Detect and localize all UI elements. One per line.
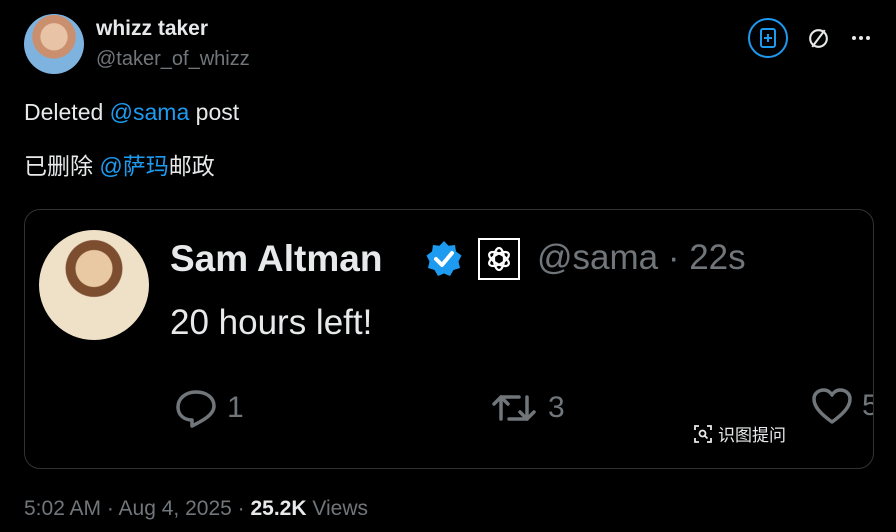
retweet-button[interactable]: 3 [489, 387, 565, 429]
ocr-label: 识图提问 [718, 426, 786, 445]
post-text-line-translated: 已删除 @萨玛邮政 [24, 147, 215, 181]
openai-logo-icon [478, 238, 520, 280]
reply-count: 1 [227, 391, 244, 424]
post-timestamp[interactable]: 5:02 AM · Aug 4, 2025 · [24, 497, 250, 520]
author-avatar[interactable] [24, 14, 84, 74]
mention-link[interactable]: @sama [110, 99, 190, 125]
text-after: 邮政 [168, 153, 215, 179]
like-count: 5 [862, 389, 873, 423]
views-label: Views [306, 497, 369, 520]
quoted-post-card[interactable]: Sam Altman @sama · 22s 20 hours left! 1 [24, 209, 874, 469]
author-handle[interactable]: @taker_of_whizz [96, 48, 250, 71]
more-icon[interactable] [848, 22, 874, 54]
retweet-icon [492, 395, 536, 421]
grok-plus-icon[interactable] [748, 18, 788, 58]
post-meta: 5:02 AM · Aug 4, 2025 · 25.2K Views [24, 497, 368, 521]
quoted-author-name[interactable]: Sam Altman [170, 238, 382, 280]
text-after: post [189, 99, 240, 125]
like-button[interactable]: 5 [811, 387, 873, 425]
mention-link[interactable]: @萨玛 [99, 153, 168, 179]
image-ocr-button[interactable]: 识图提问 [693, 421, 786, 446]
post-actions [748, 18, 874, 58]
reply-icon [176, 390, 216, 428]
quoted-handle-time[interactable]: @sama · 22s [537, 238, 746, 278]
author-name[interactable]: whizz taker [96, 17, 208, 41]
text-before: Deleted [24, 99, 110, 125]
quoted-author-avatar[interactable] [39, 230, 149, 340]
reply-button[interactable]: 1 [174, 387, 244, 429]
views-count: 25.2K [250, 497, 307, 520]
retweet-count: 3 [548, 391, 565, 424]
scan-icon [694, 424, 712, 443]
post-text-line: Deleted @sama post [24, 99, 239, 126]
text-before: 已删除 [24, 153, 100, 179]
circle-slash-icon[interactable] [802, 22, 834, 54]
heart-icon [812, 388, 852, 424]
verified-badge-icon [424, 239, 464, 279]
quoted-post-text: 20 hours left! [170, 303, 373, 342]
